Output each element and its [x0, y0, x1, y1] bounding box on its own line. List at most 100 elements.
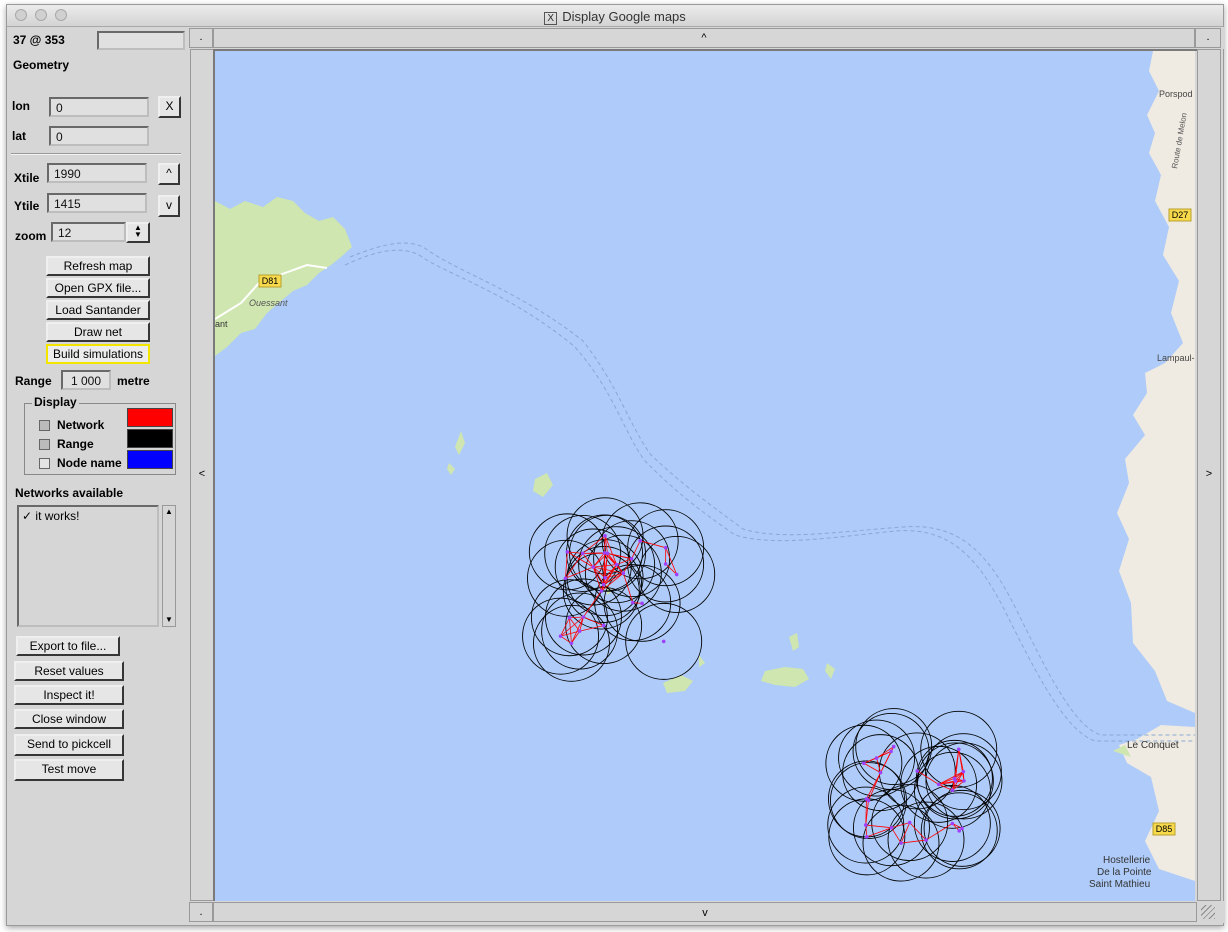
networks-list[interactable]: ✓ it works! [17, 505, 159, 627]
network-node [962, 779, 966, 783]
export-button[interactable]: Export to file... [16, 636, 120, 656]
network-cluster-west [522, 497, 716, 682]
draw-net-button[interactable]: Draw net [46, 322, 150, 342]
corner-button-tl[interactable]: . [189, 28, 213, 48]
list-item[interactable]: ✓ it works! [22, 509, 79, 523]
network-link [560, 617, 570, 637]
tile-down-button[interactable]: v [158, 195, 180, 217]
close-window-button[interactable]: Close window [14, 709, 124, 729]
network-node [567, 615, 572, 620]
network-link [604, 535, 606, 553]
network-node [577, 629, 582, 633]
zoom-label: zoom [15, 229, 47, 243]
ytile-input[interactable]: 1415 [47, 193, 147, 213]
node-name-color-swatch[interactable] [127, 450, 173, 469]
networks-scrollbar[interactable]: ▲ ▼ [162, 505, 176, 627]
ant-label: ant [215, 319, 228, 329]
range-input[interactable]: 1 000 [61, 370, 111, 390]
aux-field[interactable] [97, 31, 185, 50]
scroll-left-button[interactable]: < [190, 49, 214, 901]
ferry-route [344, 249, 1195, 742]
test-move-button[interactable]: Test move [14, 759, 124, 781]
network-node [581, 615, 586, 619]
d81-label: D81 [262, 276, 279, 286]
build-simulations-button[interactable]: Build simulations [46, 344, 150, 364]
network-node [621, 571, 626, 576]
send-to-pickcell-button[interactable]: Send to pickcell [14, 734, 124, 756]
network-node [599, 589, 604, 593]
zoom-stepper[interactable]: ▲ ▼ [126, 222, 150, 243]
xtile-label: Xtile [14, 171, 40, 185]
app-window: X Display Google maps 37 @ 353 Geometry l… [6, 4, 1225, 926]
display-group: Display Network Range Node name [24, 395, 176, 475]
divider [11, 153, 181, 155]
network-node [889, 825, 894, 830]
left-scrollbar: < [189, 49, 215, 901]
load-santander-button[interactable]: Load Santander [46, 300, 150, 320]
d85-badge: D85 [1152, 822, 1176, 836]
network-node [865, 835, 869, 839]
scroll-down-arrow-icon[interactable]: ▼ [164, 615, 174, 625]
network-node [889, 749, 893, 754]
clear-coords-button[interactable]: X [158, 96, 181, 118]
mainland-coast [1117, 51, 1195, 881]
network-node [936, 782, 941, 787]
network-node [565, 550, 570, 554]
node-name-label: Node name [57, 456, 122, 470]
ferry-route-2 [349, 242, 1195, 736]
network-node [638, 539, 642, 543]
scroll-down-button[interactable]: v [213, 902, 1197, 922]
network-node [960, 826, 964, 831]
networks-heading: Networks available [15, 486, 124, 500]
lampaul-label: Lampaul- [1157, 353, 1195, 363]
tile-up-button[interactable]: ^ [158, 163, 180, 185]
scroll-up-arrow-icon[interactable]: ▲ [164, 507, 174, 517]
lon-input[interactable]: 0 [49, 97, 149, 117]
network-checkbox[interactable] [39, 420, 50, 431]
corner-button-tr[interactable]: . [1195, 28, 1221, 48]
network-link [579, 625, 604, 632]
network-color-swatch[interactable] [127, 408, 173, 427]
window-title: X Display Google maps [7, 9, 1223, 25]
network-node [953, 779, 958, 783]
network-link [866, 827, 892, 838]
range-label: Range [15, 374, 52, 388]
ouessant-island [215, 197, 352, 356]
network-node [563, 576, 568, 581]
resize-grip-icon[interactable] [1201, 905, 1215, 919]
open-gpx-button[interactable]: Open GPX file... [46, 278, 150, 298]
zoom-input[interactable]: 12 [51, 222, 126, 242]
title-bar: X Display Google maps [7, 5, 1223, 27]
network-node [591, 565, 596, 569]
network-node [924, 838, 928, 842]
network-link [569, 617, 572, 644]
network-link [569, 616, 584, 619]
network-node [866, 798, 871, 803]
network-link [909, 822, 927, 841]
network-link [900, 822, 911, 844]
node-name-checkbox[interactable] [39, 458, 50, 469]
scroll-up-button[interactable]: ^ [213, 28, 1195, 48]
range-checkbox[interactable] [39, 439, 50, 450]
hostellerie-label-2: De la Pointe [1097, 867, 1152, 878]
network-node [661, 639, 666, 644]
porspod-label: Porspod [1159, 89, 1193, 99]
map-canvas[interactable]: D81 Ouessant ant Porspod Route de Melon … [215, 51, 1195, 901]
scroll-right-button[interactable]: > [1197, 49, 1221, 901]
x11-icon: X [544, 12, 558, 25]
network-link [917, 770, 939, 785]
lat-input[interactable]: 0 [49, 126, 149, 146]
corner-button-bl[interactable]: . [189, 902, 213, 922]
inspect-button[interactable]: Inspect it! [14, 685, 124, 705]
xtile-input[interactable]: 1990 [47, 163, 147, 183]
network-node [957, 829, 962, 833]
network-node [907, 820, 912, 825]
display-legend: Display [32, 395, 79, 409]
network-node [640, 601, 644, 606]
range-color-swatch[interactable] [127, 429, 173, 448]
reset-values-button[interactable]: Reset values [14, 661, 124, 681]
network-link [891, 827, 902, 844]
map-view[interactable]: D81 Ouessant ant Porspod Route de Melon … [215, 51, 1195, 901]
network-node [874, 756, 879, 760]
refresh-map-button[interactable]: Refresh map [46, 256, 150, 276]
